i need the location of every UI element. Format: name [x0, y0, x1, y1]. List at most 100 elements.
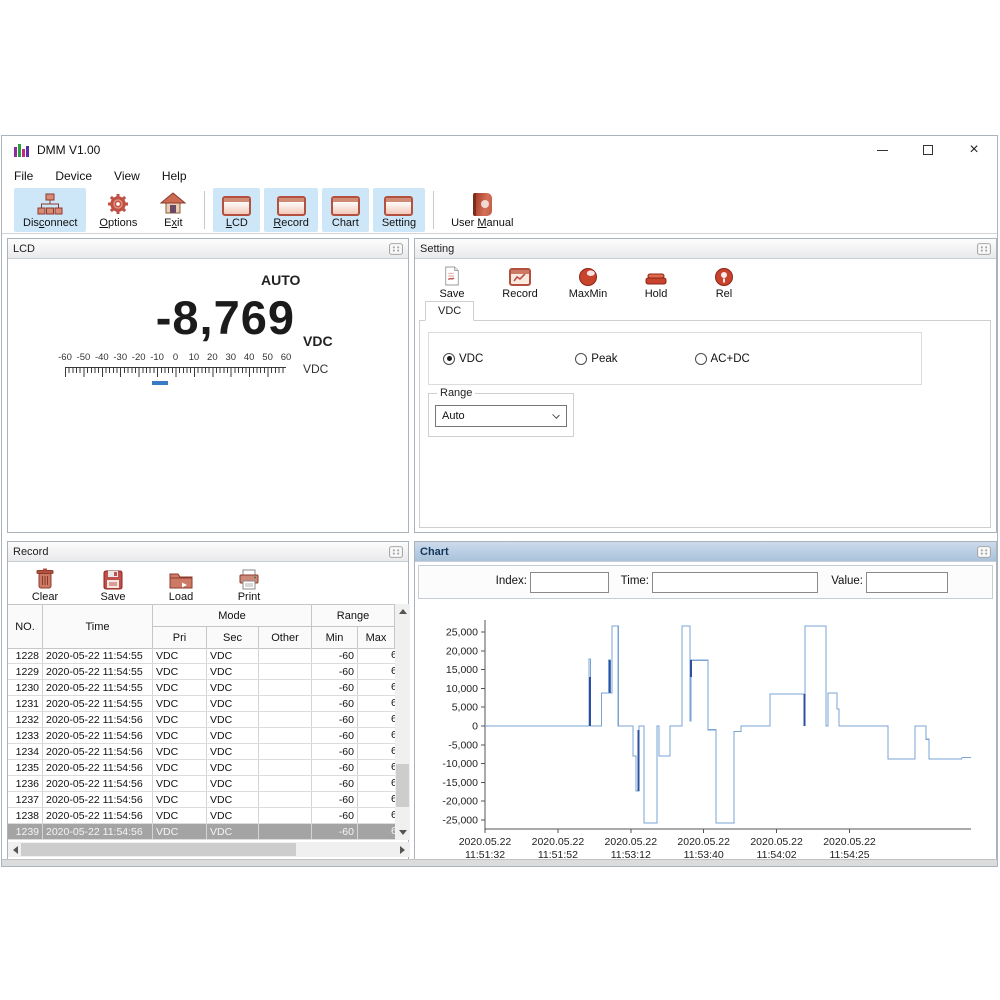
y-tick-label: 25,000	[446, 627, 478, 639]
cell-min: -60	[312, 808, 358, 823]
floppy-icon	[103, 567, 123, 590]
cell-other	[259, 696, 312, 711]
record-table-vscrollbar[interactable]	[395, 604, 410, 840]
radio-peak[interactable]: Peak	[575, 353, 617, 365]
chart-button[interactable]: Chart	[322, 188, 369, 232]
cell-max: 6	[358, 696, 395, 711]
setting-button[interactable]: Setting	[373, 188, 425, 232]
cell-no: 1238	[8, 808, 43, 823]
hold-button[interactable]: Hold	[625, 262, 687, 300]
scroll-thumb[interactable]	[396, 764, 409, 806]
maximize-button[interactable]	[905, 136, 951, 164]
lcd-button[interactable]: LCD	[213, 188, 260, 232]
table-row[interactable]: 12352020-05-22 11:54:56VDCVDC-606	[8, 760, 410, 776]
mini-button-label: Save	[439, 288, 464, 300]
disconnect-button[interactable]: Disconnect	[14, 188, 86, 232]
y-tick-label: 15,000	[446, 664, 478, 676]
table-row[interactable]: 12312020-05-22 11:54:55VDCVDC-606	[8, 696, 410, 712]
cell-other	[259, 776, 312, 791]
y-tick-label: 20,000	[446, 645, 478, 657]
mini-button-label: MaxMin	[569, 288, 608, 300]
minimize-icon	[877, 150, 888, 151]
radio-acdc[interactable]: AC+DC	[695, 353, 750, 365]
setting-tab-page: VDCPeakAC+DC Range Auto	[419, 321, 991, 528]
menu-item-file[interactable]: File	[4, 167, 43, 185]
print-button[interactable]: Print	[218, 565, 280, 603]
tab-vdc[interactable]: VDC	[425, 301, 474, 321]
cell-time: 2020-05-22 11:54:55	[43, 648, 153, 663]
menu-item-help[interactable]: Help	[152, 167, 197, 185]
lcd-bargraph-indicator	[152, 381, 168, 385]
radio-vdc[interactable]: VDC	[443, 353, 483, 365]
dock-icon[interactable]	[389, 243, 403, 255]
mini-button-label: Clear	[32, 591, 58, 603]
cell-pri: VDC	[153, 776, 207, 791]
lcd-scale-tick-label: 10	[189, 352, 200, 363]
cell-time: 2020-05-22 11:54:56	[43, 728, 153, 743]
table-row[interactable]: 12342020-05-22 11:54:56VDCVDC-606	[8, 744, 410, 760]
clear-button[interactable]: Clear	[14, 565, 76, 603]
cell-pri: VDC	[153, 760, 207, 775]
cell-min: -60	[312, 760, 358, 775]
exit-button[interactable]: Exit	[150, 188, 196, 232]
scroll-right-button[interactable]	[395, 842, 410, 857]
close-button[interactable]: ×	[951, 136, 997, 164]
table-row[interactable]: 12382020-05-22 11:54:56VDCVDC-606	[8, 808, 410, 824]
scroll-thumb[interactable]	[21, 843, 296, 856]
save-button[interactable]: Save	[82, 565, 144, 603]
scroll-up-button[interactable]	[395, 604, 410, 619]
field-input-time[interactable]	[652, 572, 818, 593]
user-manual-button[interactable]: User Manual	[442, 188, 522, 232]
options-button[interactable]: Options	[90, 188, 146, 232]
lcd-panel-titlebar: LCD	[8, 239, 408, 259]
dock-icon[interactable]	[977, 546, 991, 558]
cell-pri: VDC	[153, 680, 207, 695]
table-row[interactable]: 12332020-05-22 11:54:56VDCVDC-606	[8, 728, 410, 744]
record-button[interactable]: Record	[489, 262, 551, 300]
cell-pri: VDC	[153, 648, 207, 663]
y-tick-label: -10,000	[442, 758, 478, 770]
column-header-no: NO.	[8, 605, 43, 649]
record-button[interactable]: Record	[264, 188, 317, 232]
menu-item-view[interactable]: View	[104, 167, 150, 185]
radio-circle-icon	[695, 353, 707, 365]
save-button[interactable]: Save	[421, 262, 483, 300]
window-title: DMM V1.00	[37, 143, 100, 157]
chart-data-line	[485, 626, 971, 823]
lcd-display: AUTO -8,769 VDC -60-50-40-30-20-10010203…	[8, 259, 408, 532]
cell-time: 2020-05-22 11:54:55	[43, 680, 153, 695]
cell-time: 2020-05-22 11:54:56	[43, 808, 153, 823]
column-header-max: Max	[358, 627, 395, 649]
chart-panel: Chart Index:Time:Value: 25,00020,00015,0…	[414, 541, 997, 866]
dock-icon[interactable]	[389, 546, 403, 558]
field-input-index[interactable]	[530, 572, 609, 593]
menu-item-device[interactable]: Device	[45, 167, 102, 185]
cell-other	[259, 744, 312, 759]
triangle-down-icon	[399, 830, 407, 835]
record-table-rows: 12282020-05-22 11:54:55VDCVDC-6061229202…	[8, 648, 410, 840]
table-row[interactable]: 12292020-05-22 11:54:55VDCVDC-606	[8, 664, 410, 680]
gear-icon	[105, 192, 131, 216]
rel-button[interactable]: Rel	[693, 262, 755, 300]
cell-no: 1233	[8, 728, 43, 743]
maxmin-button[interactable]: MaxMin	[557, 262, 619, 300]
table-row[interactable]: 12362020-05-22 11:54:56VDCVDC-606	[8, 776, 410, 792]
table-row[interactable]: 12302020-05-22 11:54:55VDCVDC-606	[8, 680, 410, 696]
record-table-hscrollbar[interactable]	[8, 842, 410, 857]
table-row[interactable]: 12392020-05-22 11:54:56VDCVDC-606	[8, 824, 410, 840]
table-row[interactable]: 12282020-05-22 11:54:55VDCVDC-606	[8, 648, 410, 664]
table-row[interactable]: 12372020-05-22 11:54:56VDCVDC-606	[8, 792, 410, 808]
field-input-value[interactable]	[866, 572, 948, 593]
cell-min: -60	[312, 744, 358, 759]
lcd-reading-unit: VDC	[303, 333, 333, 349]
chart-panel-title: Chart	[420, 546, 977, 558]
scroll-down-button[interactable]	[395, 825, 410, 840]
range-select[interactable]: Auto	[435, 405, 567, 427]
record-panel-title: Record	[13, 546, 389, 558]
table-row[interactable]: 12322020-05-22 11:54:56VDCVDC-606	[8, 712, 410, 728]
load-button[interactable]: Load	[150, 565, 212, 603]
cell-no: 1235	[8, 760, 43, 775]
save-page-icon	[443, 264, 461, 287]
minimize-button[interactable]	[859, 136, 905, 164]
dock-icon[interactable]	[977, 243, 991, 255]
